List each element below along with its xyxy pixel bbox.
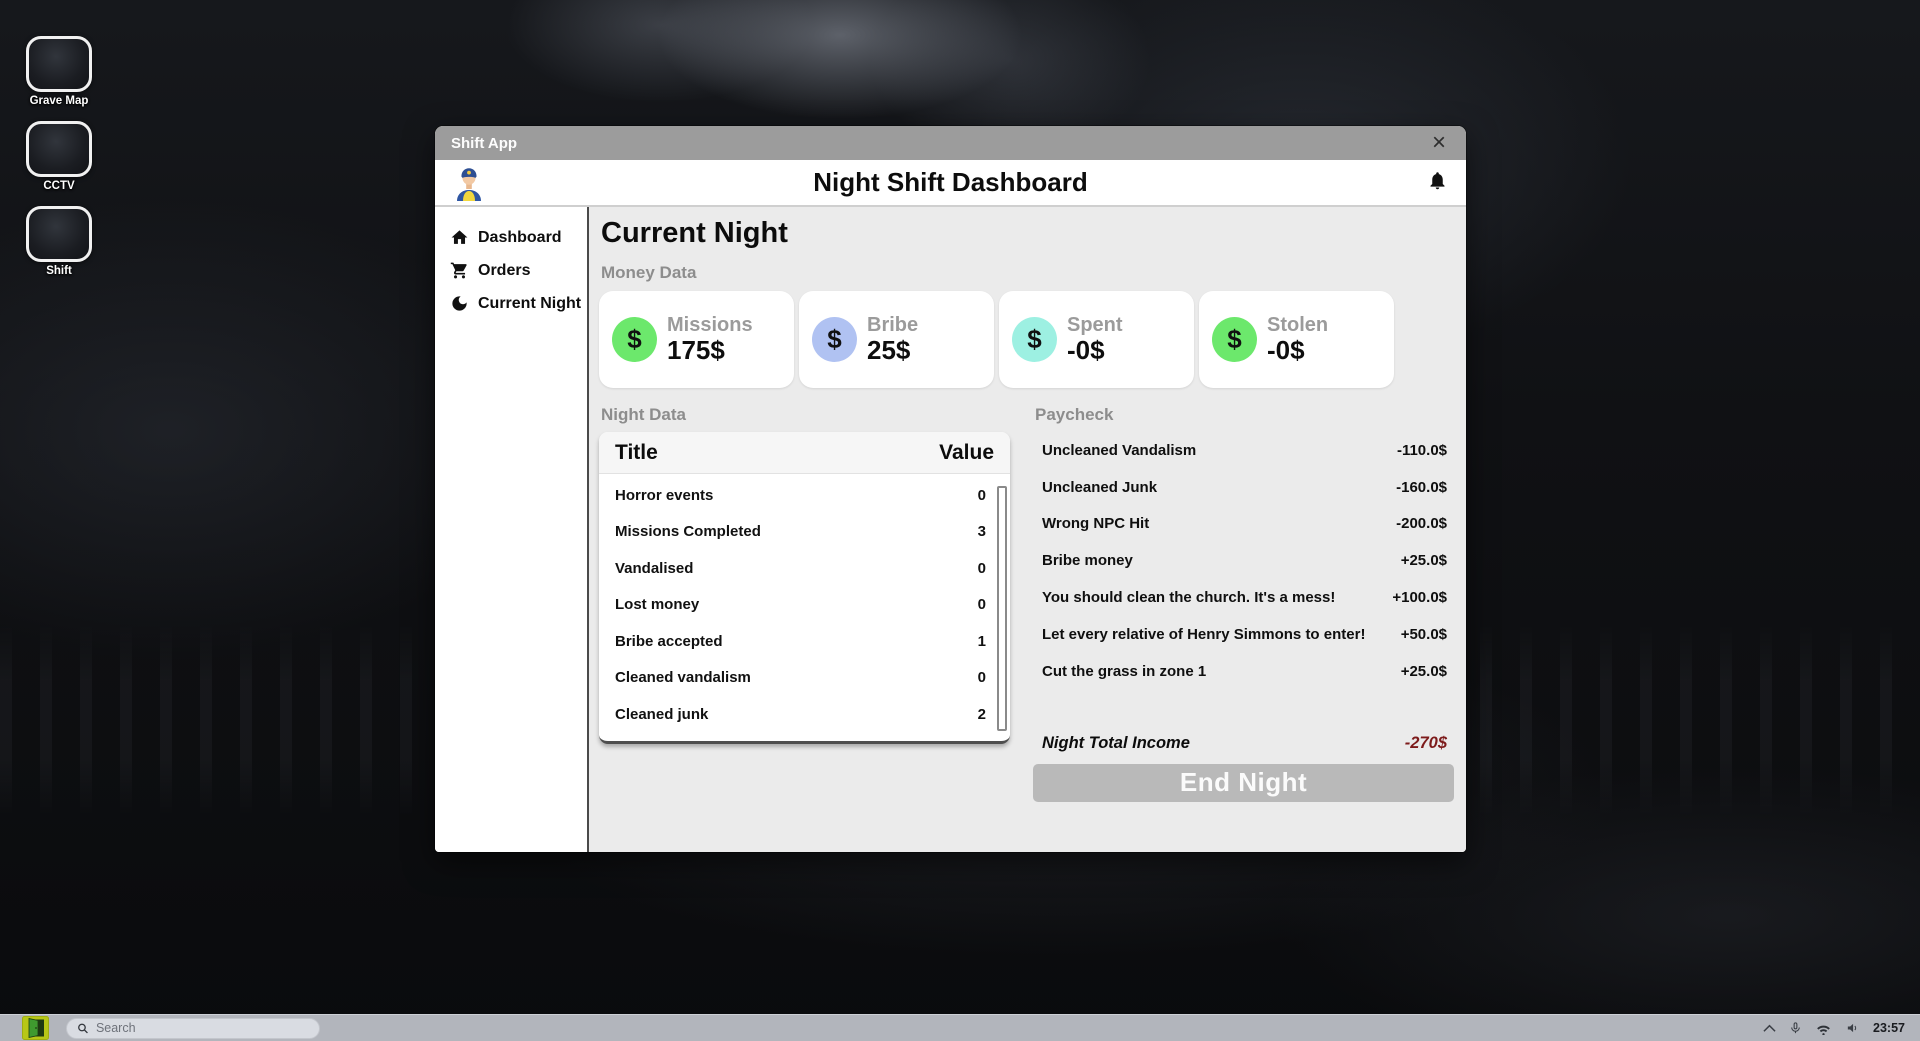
desktop-icon-shift[interactable]: Shift <box>24 206 94 277</box>
money-card-label: Bribe <box>867 314 918 336</box>
paycheck-row: Uncleaned Vandalism -110.0$ <box>1033 432 1454 469</box>
sidebar: Dashboard Orders Current Night <box>435 207 589 852</box>
paycheck-row: Bribe money +25.0$ <box>1033 542 1454 579</box>
dollar-icon: $ <box>812 317 857 362</box>
money-card-bribe: $ Bribe 25$ <box>799 291 994 388</box>
desktop-icon-label: Grave Map <box>30 95 89 107</box>
app-header: Night Shift Dashboard <box>435 160 1466 207</box>
dollar-icon: $ <box>1212 317 1257 362</box>
paycheck-row: Uncleaned Junk -160.0$ <box>1033 469 1454 506</box>
table-row: Missions Completed 3 <box>615 514 986 551</box>
main-content: Current Night Money Data $ Missions 175$… <box>589 207 1466 852</box>
start-menu-button[interactable] <box>20 1016 50 1040</box>
system-tray: 23:57 <box>1763 1020 1920 1036</box>
sidebar-item-label: Orders <box>478 262 530 280</box>
money-card-missions: $ Missions 175$ <box>599 291 794 388</box>
night-data-table: Title Value Horror events 0 Missions Com… <box>599 432 1010 744</box>
night-data-section: Night Data Title Value Horror events 0 <box>599 392 1010 802</box>
table-row: Horror events 0 <box>615 477 986 514</box>
paycheck-row: Wrong NPC Hit -200.0$ <box>1033 506 1454 543</box>
app-body: Dashboard Orders Current Night Current N… <box>435 207 1466 852</box>
door-icon <box>22 1016 49 1040</box>
money-data-label: Money Data <box>601 263 1452 283</box>
paycheck-label: Paycheck <box>1035 405 1454 425</box>
money-card-value: -0$ <box>1067 336 1123 366</box>
table-row: Lost money 0 <box>615 587 986 624</box>
paycheck-row: You should clean the church. It's a mess… <box>1033 579 1454 616</box>
column-header-title: Title <box>615 441 658 465</box>
end-night-button[interactable]: End Night <box>1033 764 1454 802</box>
paycheck-row: Let every relative of Henry Simmons to e… <box>1033 616 1454 653</box>
money-card-label: Spent <box>1067 314 1123 336</box>
taskbar-search[interactable] <box>66 1018 320 1039</box>
window-title: Shift App <box>451 135 517 152</box>
money-card-label: Stolen <box>1267 314 1328 336</box>
sidebar-item-label: Current Night <box>478 295 581 313</box>
table-row: Cleaned junk 2 <box>615 696 986 733</box>
sidebar-item-dashboard[interactable]: Dashboard <box>435 221 587 254</box>
cctv-thumbnail <box>26 121 92 177</box>
money-card-value: -0$ <box>1267 336 1328 366</box>
search-icon <box>77 1022 89 1035</box>
section-heading-current-night: Current Night <box>601 217 1452 250</box>
dollar-icon: $ <box>1012 317 1057 362</box>
moon-icon <box>450 294 469 313</box>
desktop-icon-label: Shift <box>46 265 72 277</box>
close-icon[interactable]: × <box>1428 131 1450 155</box>
money-card-stolen: $ Stolen -0$ <box>1199 291 1394 388</box>
night-total-income-row: Night Total Income -270$ <box>1033 734 1454 753</box>
cart-icon <box>450 261 469 280</box>
wifi-icon[interactable] <box>1815 1022 1832 1035</box>
money-card-value: 25$ <box>867 336 918 366</box>
desktop-icon-label: CCTV <box>43 180 74 192</box>
search-input[interactable] <box>96 1021 309 1035</box>
home-icon <box>450 228 469 247</box>
microphone-icon[interactable] <box>1789 1020 1802 1036</box>
page-title: Night Shift Dashboard <box>435 167 1466 198</box>
table-row: Bribe accepted 1 <box>615 623 986 660</box>
paycheck-section: Paycheck Uncleaned Vandalism -110.0$ Unc… <box>1033 392 1454 802</box>
money-card-value: 175$ <box>667 336 753 366</box>
sidebar-item-current-night[interactable]: Current Night <box>435 287 587 320</box>
speaker-icon[interactable] <box>1845 1021 1860 1035</box>
money-card-label: Missions <box>667 314 753 336</box>
night-total-income-value: -270$ <box>1405 734 1447 753</box>
desktop-shortcuts: Grave Map CCTV Shift <box>24 36 94 277</box>
table-scrollbar[interactable] <box>997 486 1007 731</box>
sidebar-item-orders[interactable]: Orders <box>435 254 587 287</box>
table-row: Vandalised 0 <box>615 550 986 587</box>
shift-thumbnail <box>26 206 92 262</box>
night-data-label: Night Data <box>601 405 1010 425</box>
chevron-up-icon[interactable] <box>1763 1024 1776 1033</box>
paycheck-row: Cut the grass in zone 1 +25.0$ <box>1033 653 1454 690</box>
night-data-table-header: Title Value <box>599 432 1010 474</box>
night-data-table-body: Horror events 0 Missions Completed 3 Van… <box>599 474 1010 741</box>
money-cards-row: $ Missions 175$ $ Bribe 25$ $ <box>599 291 1452 388</box>
desktop-icon-grave-map[interactable]: Grave Map <box>24 36 94 107</box>
grave-map-thumbnail <box>26 36 92 92</box>
night-total-income-label: Night Total Income <box>1042 734 1190 753</box>
dollar-icon: $ <box>612 317 657 362</box>
window-titlebar[interactable]: Shift App × <box>435 126 1466 160</box>
notifications-bell-icon[interactable] <box>1427 169 1448 197</box>
sidebar-item-label: Dashboard <box>478 229 562 247</box>
column-header-value: Value <box>939 441 994 465</box>
desktop-icon-cctv[interactable]: CCTV <box>24 121 94 192</box>
taskbar: 23:57 <box>0 1014 1920 1041</box>
clock[interactable]: 23:57 <box>1873 1021 1905 1035</box>
table-row: Cleaned vandalism 0 <box>615 660 986 697</box>
money-card-spent: $ Spent -0$ <box>999 291 1194 388</box>
shift-app-window: Shift App × Night Shift Dashboard Dash <box>435 126 1466 852</box>
guard-avatar <box>453 165 485 201</box>
